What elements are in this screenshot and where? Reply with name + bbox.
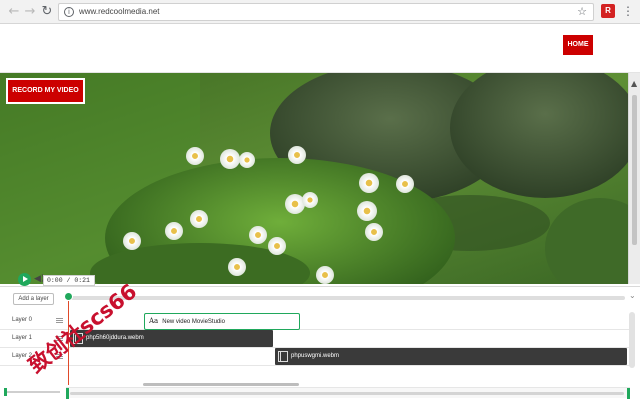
timeline-horizontal-scrollbar[interactable]: [66, 387, 630, 399]
scroll-up-icon[interactable]: ▲: [631, 79, 637, 88]
text-clip[interactable]: Aa New video MovieStudio: [144, 313, 300, 330]
time-display: 0:00 / 0:21: [43, 275, 95, 286]
scroll-track[interactable]: [70, 392, 624, 395]
drag-handle-icon[interactable]: [56, 318, 63, 323]
range-start-handle[interactable]: [66, 388, 69, 399]
time-current: 0:00: [47, 277, 63, 284]
chevron-down-icon[interactable]: ⌄: [629, 291, 636, 300]
site-info-icon[interactable]: i: [64, 7, 74, 17]
layer-label: Layer 1: [12, 335, 33, 341]
time-separator: /: [66, 277, 71, 284]
record-my-video-button[interactable]: RECORD MY VIDEO: [6, 78, 85, 104]
add-layer-button[interactable]: Add a layer: [13, 293, 54, 305]
film-icon: [73, 333, 83, 344]
video-preview[interactable]: [0, 73, 640, 284]
record-my-video-label: RECORD MY VIDEO: [8, 80, 83, 102]
timeline-ruler[interactable]: [67, 296, 625, 300]
text-clip-icon: Aa: [149, 317, 159, 325]
play-icon[interactable]: [18, 273, 31, 286]
extension-icon[interactable]: R: [601, 4, 615, 18]
video-clip[interactable]: php5h60jddura.webm: [70, 330, 273, 347]
time-total: 0:21: [74, 277, 90, 284]
page-scroll-thumb[interactable]: [632, 95, 637, 245]
video-clip[interactable]: phpuswgmi.webm: [275, 348, 627, 365]
range-end-handle[interactable]: [627, 388, 630, 399]
home-button[interactable]: HOME: [563, 35, 593, 55]
back-arrow-icon[interactable]: ←: [6, 4, 22, 20]
zoom-slider[interactable]: [4, 388, 60, 396]
text-clip-label: New video MovieStudio: [162, 319, 225, 325]
browser-menu-icon[interactable]: ⋮: [622, 4, 634, 20]
forward-arrow-icon[interactable]: →: [22, 4, 38, 20]
video-frame-image: [0, 73, 640, 284]
video-clip-label: phpuswgmi.webm: [291, 353, 340, 359]
drag-handle-icon[interactable]: [56, 354, 63, 359]
drag-handle-icon[interactable]: [56, 336, 63, 341]
layer-label: Layer 0: [12, 317, 33, 323]
film-icon: [278, 351, 288, 362]
bookmark-star-icon[interactable]: ☆: [577, 5, 587, 19]
layer-row-0: Layer 0: [0, 312, 630, 330]
timeline-vertical-scrollbar[interactable]: [629, 312, 635, 368]
address-bar[interactable]: i www.redcoolmedia.net ☆: [58, 3, 594, 21]
playhead-handle[interactable]: [64, 292, 73, 301]
url-text[interactable]: www.redcoolmedia.net: [79, 7, 159, 16]
video-clip-label: php5h60jddura.webm: [86, 335, 144, 341]
site-header: HOME: [0, 24, 640, 73]
reload-icon[interactable]: ↻: [39, 4, 55, 20]
playhead-line[interactable]: [68, 301, 69, 385]
page-scrollbar[interactable]: ▲: [628, 73, 640, 284]
browser-toolbar: ← → ↻ i www.redcoolmedia.net ☆ R ⋮: [0, 0, 640, 24]
layer-scroll-thumb[interactable]: [143, 383, 299, 386]
layer-label: Layer 2: [12, 353, 33, 359]
